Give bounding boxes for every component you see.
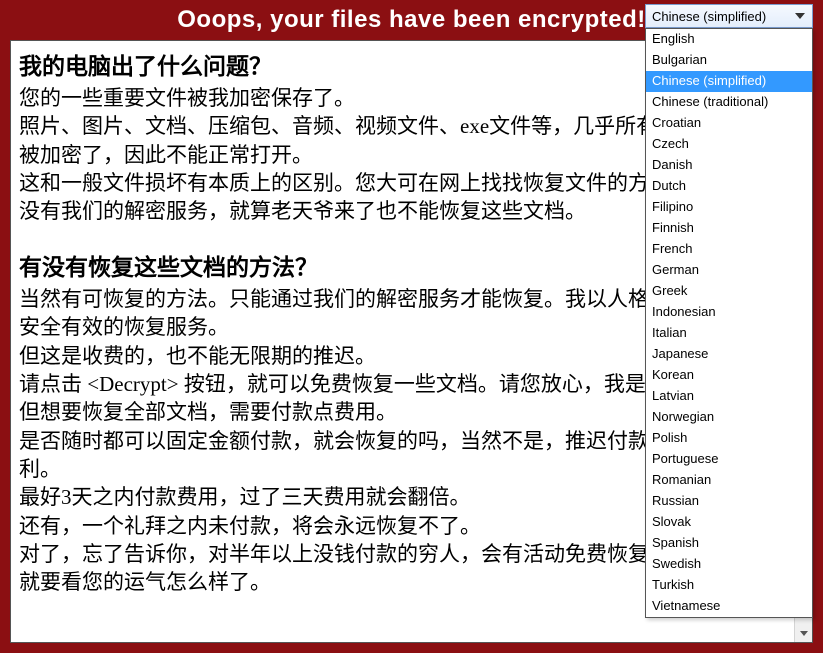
language-option[interactable]: German [646, 260, 812, 281]
language-option[interactable]: Korean [646, 365, 812, 386]
language-option[interactable]: Russian [646, 491, 812, 512]
language-option[interactable]: Chinese (simplified) [646, 71, 812, 92]
language-option[interactable]: Czech [646, 134, 812, 155]
chevron-down-icon [792, 8, 808, 24]
language-option[interactable]: Chinese (traditional) [646, 92, 812, 113]
language-option[interactable]: Slovak [646, 512, 812, 533]
language-combo-label: Chinese (simplified) [652, 9, 792, 24]
language-option[interactable]: Japanese [646, 344, 812, 365]
language-option[interactable]: Latvian [646, 386, 812, 407]
language-option[interactable]: Swedish [646, 554, 812, 575]
language-option[interactable]: Norwegian [646, 407, 812, 428]
chevron-down-icon [800, 631, 808, 636]
language-option[interactable]: Dutch [646, 176, 812, 197]
language-option[interactable]: Finnish [646, 218, 812, 239]
language-combo[interactable]: Chinese (simplified) [645, 4, 813, 28]
language-option[interactable]: Filipino [646, 197, 812, 218]
language-option[interactable]: Indonesian [646, 302, 812, 323]
language-combo-box[interactable]: Chinese (simplified) [645, 4, 813, 28]
language-option[interactable]: Romanian [646, 470, 812, 491]
language-option[interactable]: Polish [646, 428, 812, 449]
language-option[interactable]: Italian [646, 323, 812, 344]
language-option[interactable]: Portuguese [646, 449, 812, 470]
language-option[interactable]: Croatian [646, 113, 812, 134]
language-option[interactable]: Greek [646, 281, 812, 302]
language-option[interactable]: Danish [646, 155, 812, 176]
language-option[interactable]: French [646, 239, 812, 260]
language-option[interactable]: Spanish [646, 533, 812, 554]
page-title: Ooops, your files have been encrypted! [177, 6, 645, 34]
language-dropdown[interactable]: EnglishBulgarianChinese (simplified)Chin… [645, 28, 813, 618]
language-option[interactable]: Vietnamese [646, 596, 812, 617]
language-option[interactable]: Bulgarian [646, 50, 812, 71]
scroll-down-button[interactable] [795, 624, 812, 642]
language-option[interactable]: Turkish [646, 575, 812, 596]
language-option[interactable]: English [646, 29, 812, 50]
